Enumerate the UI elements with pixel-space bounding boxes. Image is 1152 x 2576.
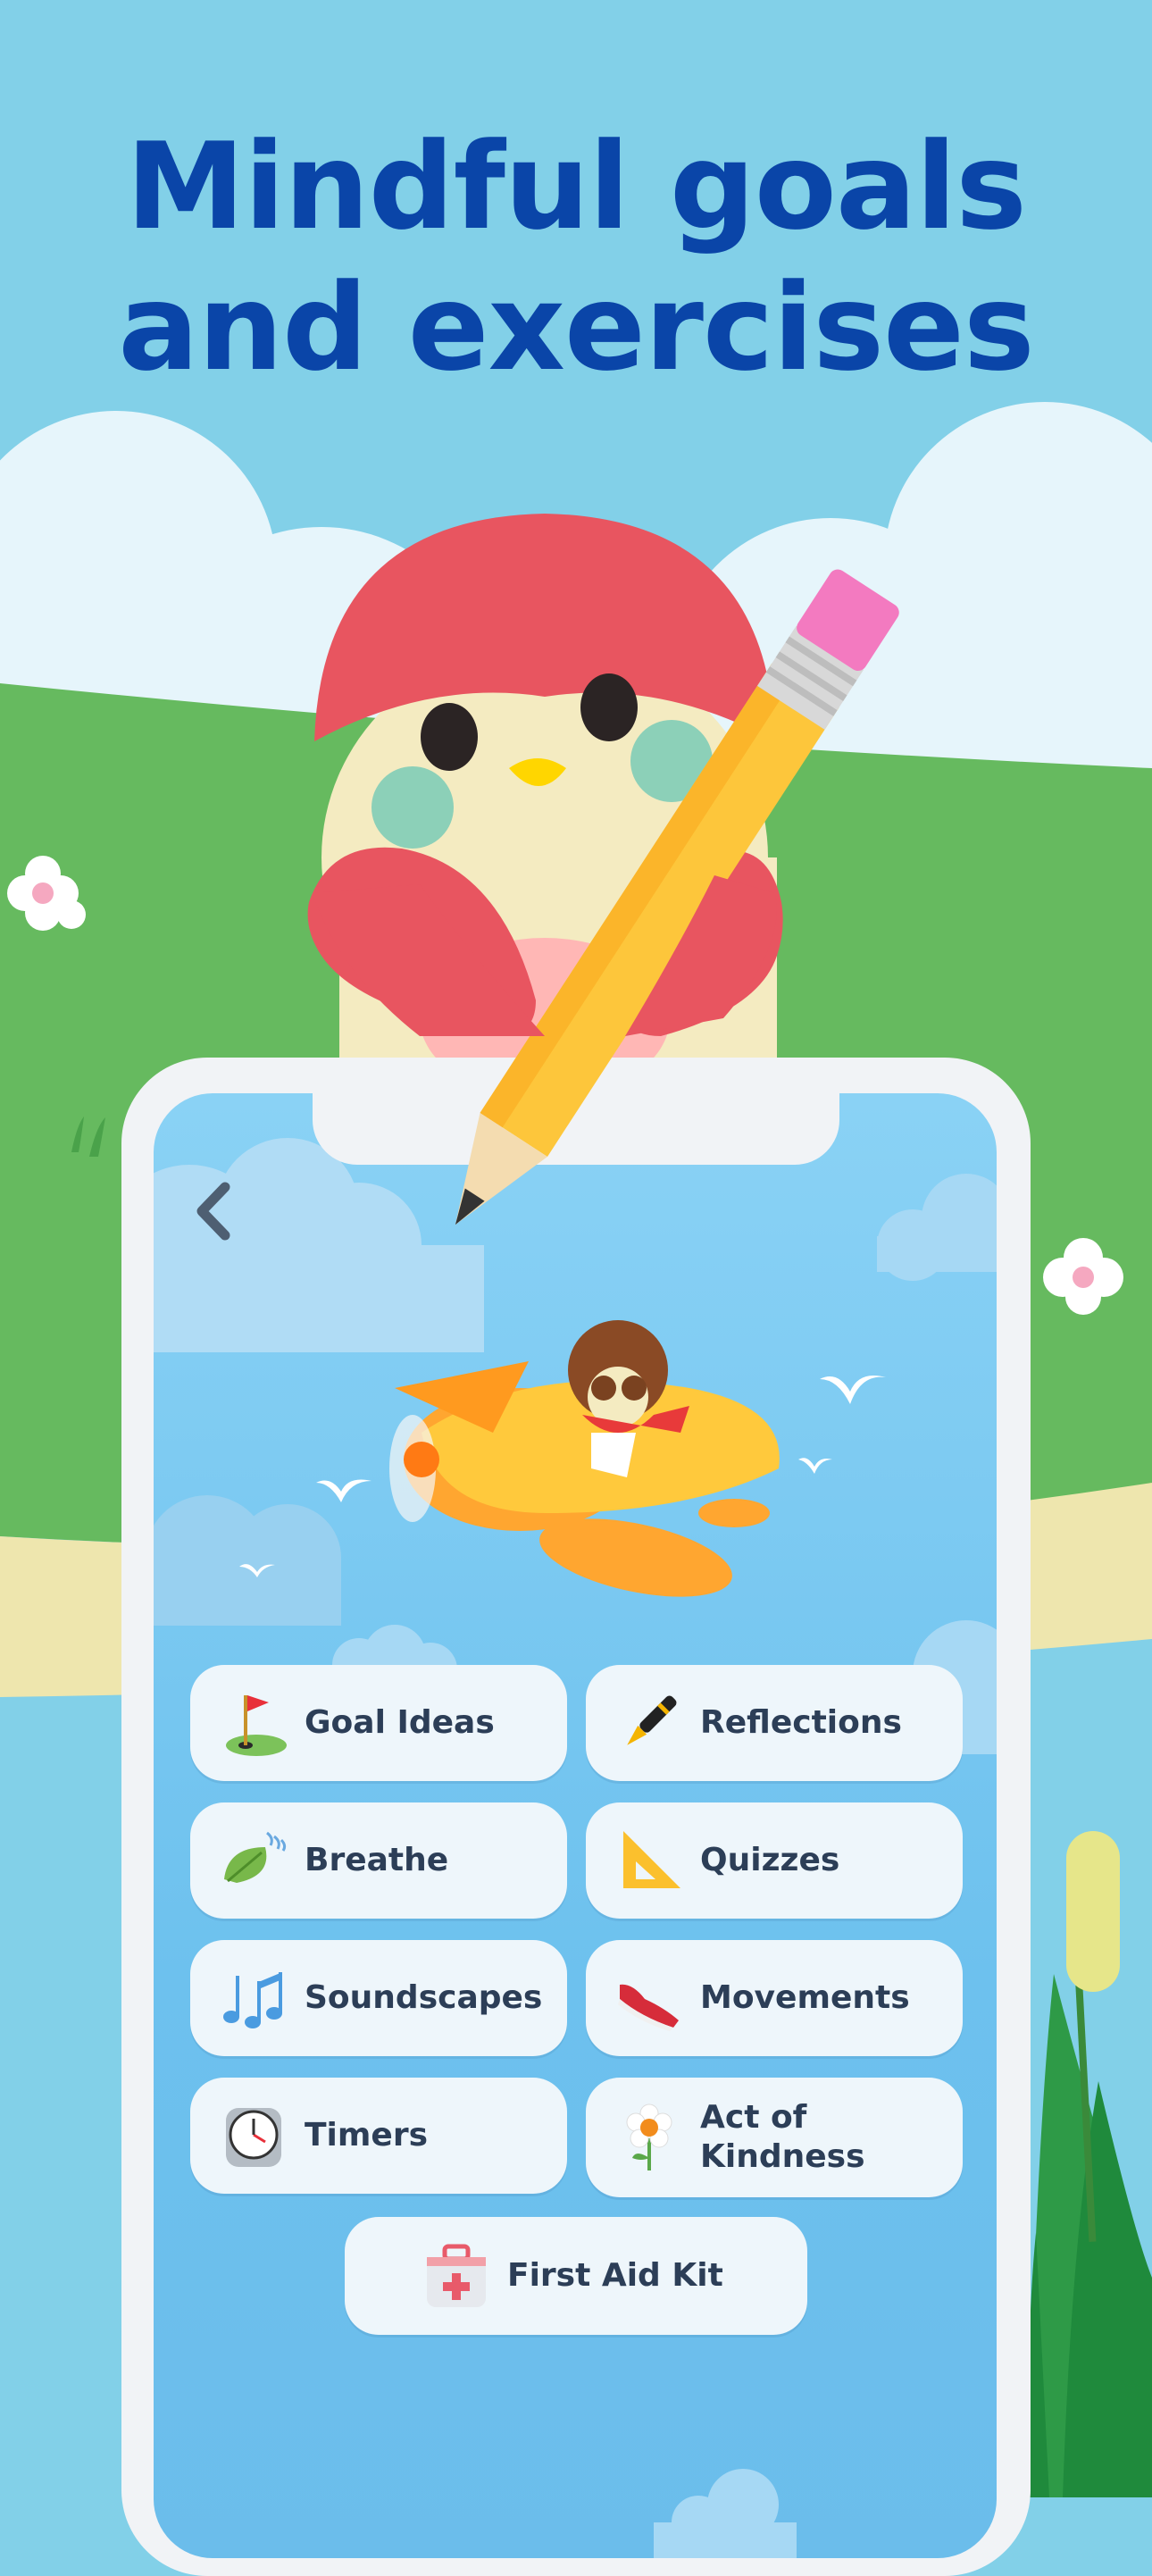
airplane-illustration <box>389 1320 780 1597</box>
stopwatch-icon <box>219 2101 288 2170</box>
triangle-ruler-icon <box>614 1826 684 1895</box>
first-aid-kit-icon <box>422 2241 491 2311</box>
back-button[interactable] <box>188 1177 241 1245</box>
daisy-icon <box>614 2103 684 2172</box>
leaf-wind-icon <box>219 1826 288 1895</box>
timers-label: Timers <box>305 2117 429 2154</box>
soundscapes-label: Soundscapes <box>305 1979 543 2016</box>
act-of-kindness-label: Act of Kindness <box>700 2099 865 2175</box>
quizzes-button[interactable]: Quizzes <box>586 1802 963 1919</box>
movements-label: Movements <box>700 1979 910 2016</box>
soundscapes-button[interactable]: Soundscapes <box>190 1940 567 2056</box>
movements-button[interactable]: Movements <box>586 1940 963 2056</box>
phone-notch <box>313 1058 839 1165</box>
headline-line-1: Mindful goals <box>126 117 1027 256</box>
fountain-pen-icon <box>614 1688 684 1758</box>
quizzes-label: Quizzes <box>700 1842 840 1878</box>
music-notes-icon <box>219 1963 288 2033</box>
sneaker-icon <box>614 1963 684 2033</box>
goal-ideas-button[interactable]: Goal Ideas <box>190 1665 567 1781</box>
breathe-button[interactable]: Breathe <box>190 1802 567 1919</box>
first-aid-kit-button[interactable]: First Aid Kit <box>345 2217 807 2335</box>
act-of-kindness-button[interactable]: Act of Kindness <box>586 2078 963 2197</box>
first-aid-kit-label: First Aid Kit <box>507 2257 723 2294</box>
golf-flag-icon <box>219 1688 288 1758</box>
reflections-button[interactable]: Reflections <box>586 1665 963 1781</box>
headline: Mindful goals and exercises <box>0 116 1152 398</box>
bird-mascot <box>307 514 783 1099</box>
chevron-left-icon <box>196 1182 230 1241</box>
goal-ideas-label: Goal Ideas <box>305 1704 495 1741</box>
breathe-label: Breathe <box>305 1842 449 1878</box>
reflections-label: Reflections <box>700 1704 902 1741</box>
headline-line-2: and exercises <box>118 258 1034 397</box>
timers-button[interactable]: Timers <box>190 2078 567 2194</box>
